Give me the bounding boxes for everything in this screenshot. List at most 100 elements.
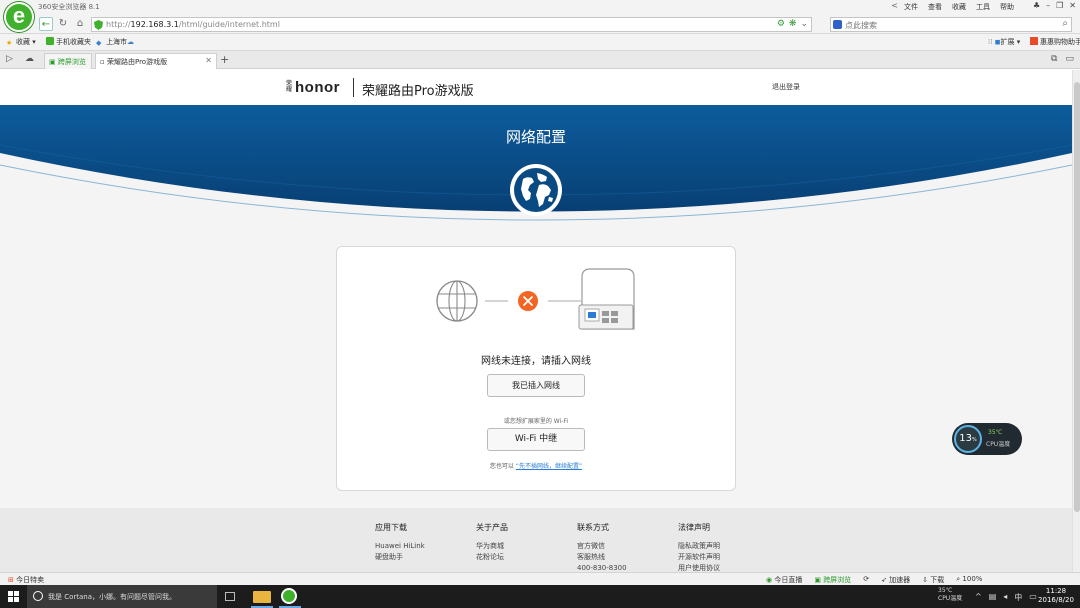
taobao-assistant[interactable]: 惠惠购物助手 xyxy=(1030,37,1080,47)
minimize-icon[interactable]: – xyxy=(1046,1,1050,10)
status-accelerate[interactable]: ➶ 加速器 xyxy=(881,575,910,585)
bookmark-mobile[interactable]: 手机收藏夹 xyxy=(46,37,91,47)
location-icon: ◆ xyxy=(96,39,102,47)
bookmark-shanghai[interactable]: ◆ 上海市☁ xyxy=(96,37,134,47)
tab-screen-sync[interactable]: ▣ 跨屏浏览 xyxy=(44,53,92,69)
skip-link[interactable]: “先不插网线，继续配置” xyxy=(516,463,582,470)
windows-start-icon[interactable] xyxy=(8,591,19,602)
search-box[interactable]: ⌕ xyxy=(830,17,1072,32)
browser-logo-icon[interactable]: e xyxy=(4,2,34,32)
footer-link[interactable]: 华为商城 xyxy=(476,541,576,552)
star-icon: ★ xyxy=(6,39,13,47)
footer-title: 法律声明 xyxy=(678,523,710,532)
menu-view[interactable]: 查看 xyxy=(928,2,942,12)
home-button[interactable]: ⌂ xyxy=(73,17,87,31)
footer-column-products: 关于产品 华为商城 花粉论坛 xyxy=(476,522,576,563)
extensions-button[interactable]: ⁞⁞ ◼扩展 ▾ xyxy=(988,37,1020,47)
footer-link[interactable]: 官方微信 xyxy=(577,541,677,552)
footer-link[interactable]: 用户使用协议 xyxy=(678,563,778,572)
status-live[interactable]: ◉ 今日直播 xyxy=(766,575,802,585)
footer-link[interactable]: 花粉论坛 xyxy=(476,552,576,563)
search-engine-icon[interactable] xyxy=(833,20,842,29)
skin-icon[interactable]: ♣ xyxy=(1033,1,1040,10)
back-button[interactable]: ← xyxy=(39,17,53,31)
page-scrollbar[interactable] xyxy=(1072,70,1080,572)
search-input[interactable] xyxy=(845,19,1055,31)
footer-link[interactable]: 开源软件声明 xyxy=(678,552,778,563)
search-icon[interactable]: ⌕ xyxy=(1062,18,1068,29)
tab-active[interactable]: ▫ 荣耀路由Pro游戏版 ✕ xyxy=(95,53,217,69)
status-cross-screen[interactable]: ▣ 跨屏浏览 xyxy=(814,575,851,585)
network-icon[interactable]: ▤ xyxy=(989,592,997,603)
footer-link[interactable]: Huawei HiLink xyxy=(375,541,475,552)
compat-mode-icon[interactable]: ❋ xyxy=(789,19,797,29)
bookmark-favorites[interactable]: ★ 收藏 ▾ xyxy=(6,37,36,47)
disconnected-icon xyxy=(518,291,538,311)
tab-bar: ▷ ☁ ▣ 跨屏浏览 ▫ 荣耀路由Pro游戏版 ✕ + ⧉ ▭ xyxy=(0,51,1080,69)
footer-link[interactable]: 硬盘助手 xyxy=(375,552,475,563)
tab-menu-icon[interactable]: ▭ xyxy=(1065,54,1074,64)
brand-mark: 荣耀 xyxy=(286,80,293,93)
address-url[interactable]: http://192.168.3.1/html/guide/internet.h… xyxy=(106,20,280,29)
tab-close-icon[interactable]: ✕ xyxy=(205,56,212,65)
status-download[interactable]: ⇩ 下载 xyxy=(922,575,944,585)
status-refresh-icon[interactable]: ⟳ xyxy=(863,575,869,585)
status-deals[interactable]: ⊞ 今日特卖 xyxy=(8,575,44,585)
dropdown-chevron-icon[interactable]: ⌄ xyxy=(800,19,808,29)
security-shield-icon xyxy=(94,20,103,30)
footer-link[interactable]: 客服热线 xyxy=(577,552,677,563)
refresh-button[interactable]: ↻ xyxy=(56,17,70,31)
scrollbar-thumb[interactable] xyxy=(1074,82,1080,512)
volume-icon[interactable]: ◂ xyxy=(1003,592,1007,603)
restore-tabs-icon[interactable]: ⧉ xyxy=(1051,54,1057,64)
tray-icons: ^ ▤ ◂ 中 ▭ xyxy=(975,592,1037,603)
wifi-repeater-button[interactable]: Wi-Fi 中继 xyxy=(487,428,585,451)
wifi-hint: 或您想扩展家里的 Wi-Fi xyxy=(503,418,569,425)
phone-icon xyxy=(46,37,54,45)
windows-taskbar: 我是 Cortana，小娜。有问题尽管问我。 35℃ CPU温度 ^ ▤ ◂ 中… xyxy=(0,585,1080,608)
tray-cpu-temp[interactable]: 35℃ CPU温度 xyxy=(938,587,962,603)
browser-title: 360安全浏览器 8.1 xyxy=(38,3,100,11)
footer-title: 联系方式 xyxy=(577,523,609,532)
page-viewport: 荣耀 honor 荣耀路由Pro游戏版 退出登录 网络配置 网线未连接，请插入网… xyxy=(0,70,1080,572)
close-icon[interactable]: ✕ xyxy=(1069,1,1076,10)
browser-360-icon[interactable] xyxy=(281,588,297,604)
header-divider xyxy=(353,78,354,97)
menu-file[interactable]: 文件 xyxy=(904,2,918,12)
cable-plugged-button[interactable]: 我已插入网线 xyxy=(487,374,585,397)
system-clock[interactable]: 11:28 2016/8/20 xyxy=(1036,587,1076,605)
address-bar[interactable]: http://192.168.3.1/html/guide/internet.h… xyxy=(91,17,812,32)
chevron-icon[interactable]: < xyxy=(891,1,898,10)
cortana-search[interactable]: 我是 Cortana，小娜。有问题尽管问我。 xyxy=(27,585,217,608)
internet-globe-icon xyxy=(436,280,478,322)
cpu-temp: 35℃ xyxy=(988,429,1003,436)
window-controls: ♣ – ❐ ✕ xyxy=(1033,1,1076,10)
task-view-icon[interactable] xyxy=(225,592,235,601)
menu-help[interactable]: 帮助 xyxy=(1000,2,1014,12)
ime-icon[interactable]: 中 xyxy=(1014,592,1022,603)
menu-tools[interactable]: 工具 xyxy=(976,2,990,12)
logout-link[interactable]: 退出登录 xyxy=(772,82,800,92)
rocket-icon: ➶ xyxy=(881,576,890,584)
skip-prefix: 您也可以 xyxy=(489,463,514,470)
cpu-usage-ring: 13% xyxy=(954,425,982,453)
speed-mode-icon[interactable]: ⚙ xyxy=(777,19,785,29)
shopping-icon xyxy=(1030,37,1038,45)
skip-line: 您也可以 “先不插网线，继续配置” xyxy=(337,461,735,470)
maximize-icon[interactable]: ❐ xyxy=(1056,1,1063,10)
menu-favorites[interactable]: 收藏 xyxy=(952,2,966,12)
browser-titlebar: e 360安全浏览器 8.1 < 文件 查看 收藏 工具 帮助 ♣ – ❐ ✕ xyxy=(0,0,1080,32)
cpu-monitor-widget[interactable]: 13% 35℃ CPU温度 xyxy=(952,423,1022,455)
cloud-icon[interactable]: ☁ xyxy=(25,54,34,64)
site-footer: 应用下载 Huawei HiLink 硬盘助手 关于产品 华为商城 花粉论坛 联… xyxy=(0,508,1072,572)
new-tab-button[interactable]: + xyxy=(220,53,229,66)
tray-chevron-icon[interactable]: ^ xyxy=(975,592,982,603)
cross-screen-icon: ▣ xyxy=(814,576,824,584)
sidebar-toggle-icon[interactable]: ▷ xyxy=(6,54,13,64)
file-explorer-icon[interactable] xyxy=(253,591,271,603)
footer-column-apps: 应用下载 Huawei HiLink 硬盘助手 xyxy=(375,522,475,563)
sync-icon: ▣ xyxy=(49,58,58,66)
status-text: 网线未连接，请插入网线 xyxy=(481,356,591,367)
status-zoom[interactable]: ⌕ 100% xyxy=(956,575,982,585)
footer-link[interactable]: 隐私政策声明 xyxy=(678,541,778,552)
